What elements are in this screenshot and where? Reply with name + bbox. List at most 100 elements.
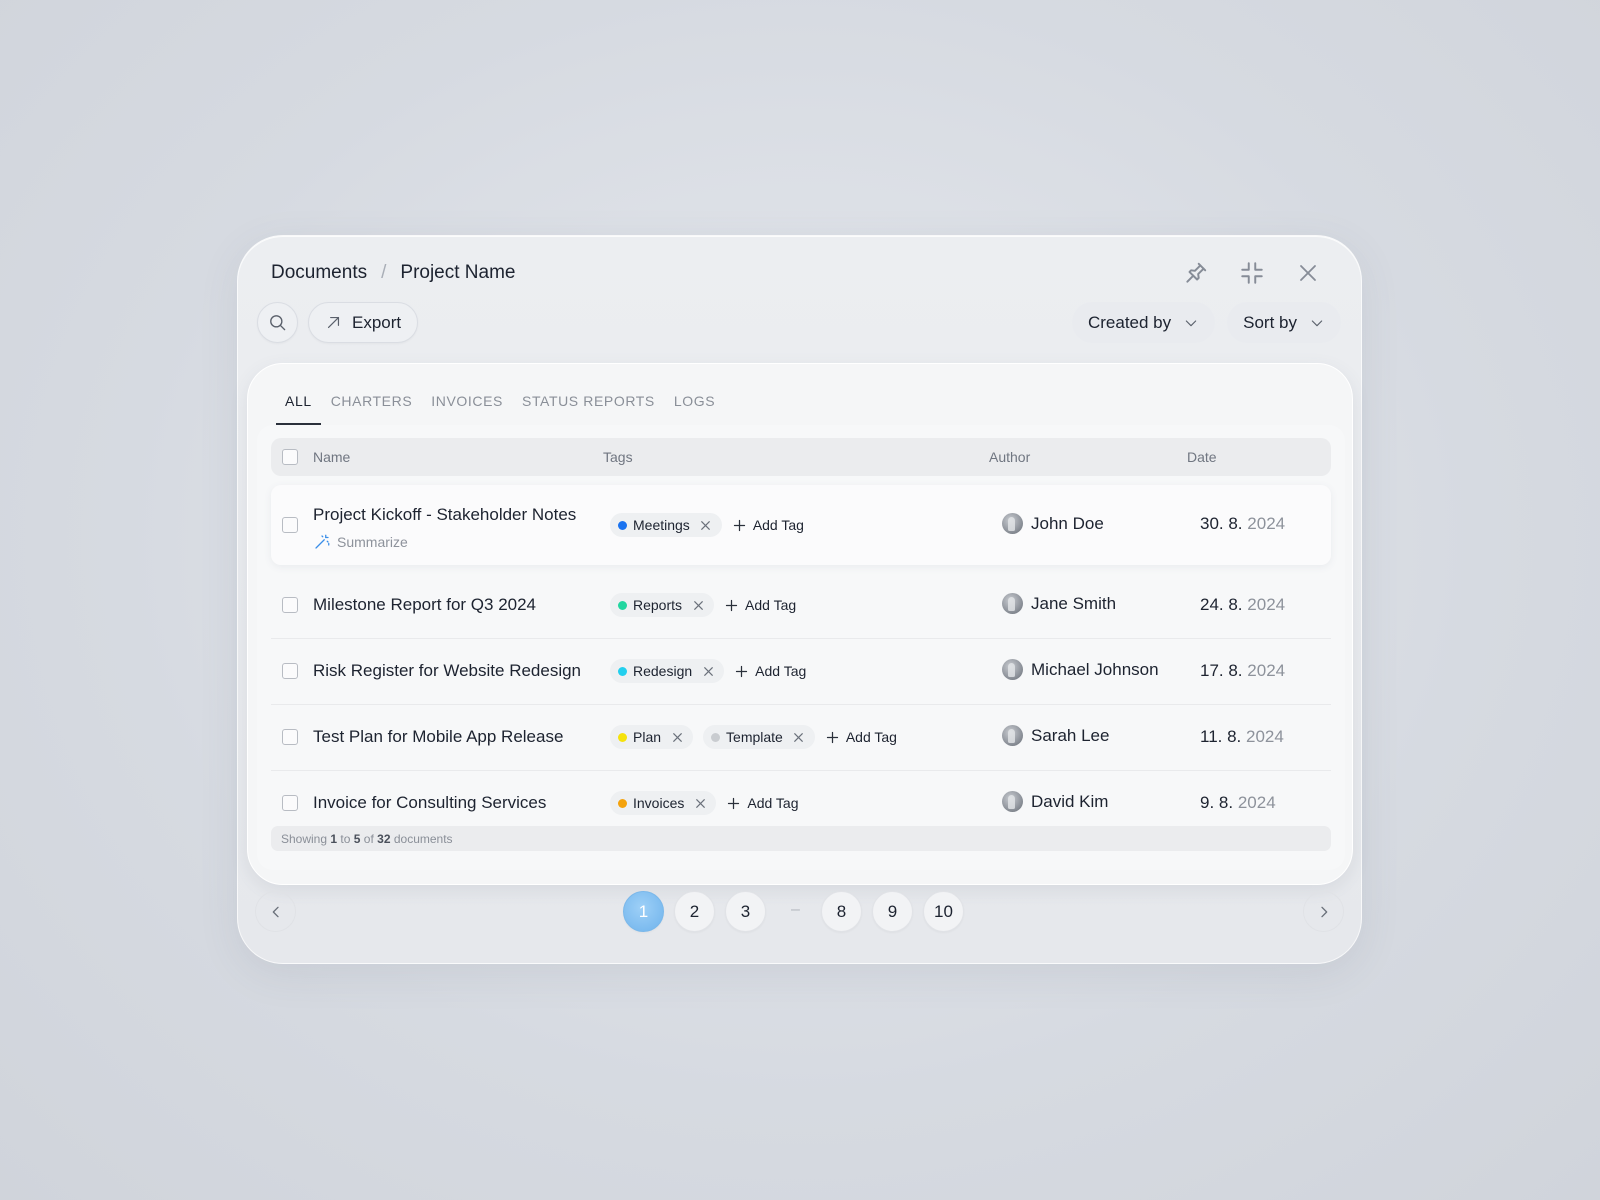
avatar xyxy=(1002,791,1023,812)
close-button[interactable] xyxy=(1293,258,1323,288)
tab-status-reports[interactable]: STATUS REPORTS xyxy=(513,386,664,425)
results-summary: Showing 1 to 5 of 32 documents xyxy=(271,826,1331,851)
remove-tag-button[interactable] xyxy=(690,793,710,813)
table-row[interactable]: Project Kickoff - Stakeholder Notes Summ… xyxy=(271,485,1331,565)
tag-label: Plan xyxy=(633,729,662,745)
add-tag-label: Add Tag xyxy=(752,517,804,533)
page-2-button[interactable]: 2 xyxy=(674,891,715,932)
close-icon xyxy=(672,732,682,742)
tag-color-dot xyxy=(618,600,627,610)
date-year: 2024 xyxy=(1246,727,1284,746)
add-tag-button[interactable]: Add Tag xyxy=(734,663,806,679)
pin-button[interactable] xyxy=(1181,258,1211,288)
table-row[interactable]: Test Plan for Mobile App Release Plan Te… xyxy=(271,705,1331,771)
table-row[interactable]: Milestone Report for Q3 2024 Reports Add… xyxy=(271,573,1331,639)
row-checkbox[interactable] xyxy=(282,517,298,533)
search-button[interactable] xyxy=(257,302,298,343)
tag-list: Plan Template Add Tag xyxy=(610,725,897,749)
document-name[interactable]: Milestone Report for Q3 2024 xyxy=(313,595,536,615)
add-tag-button[interactable]: Add Tag xyxy=(732,517,804,533)
page-3-button[interactable]: 3 xyxy=(725,891,766,932)
author-name: David Kim xyxy=(1031,791,1109,811)
page-10-button[interactable]: 10 xyxy=(923,891,964,932)
add-tag-button[interactable]: Add Tag xyxy=(726,795,798,811)
tab-charters[interactable]: CHARTERS xyxy=(322,386,422,425)
document-name[interactable]: Project Kickoff - Stakeholder Notes xyxy=(313,505,576,525)
date-year: 2024 xyxy=(1247,595,1286,614)
table-row[interactable]: Risk Register for Website Redesign Redes… xyxy=(271,639,1331,705)
tab-logs[interactable]: LOGS xyxy=(665,386,724,425)
date-cell: 9. 8. 2024 xyxy=(1200,793,1276,813)
author-name: John Doe xyxy=(1031,513,1104,533)
tag-list: Redesign Add Tag xyxy=(610,659,806,683)
add-tag-label: Add Tag xyxy=(755,663,807,679)
chevron-left-icon xyxy=(272,906,279,917)
export-button[interactable]: Export xyxy=(308,302,419,343)
remove-tag-button[interactable] xyxy=(789,727,809,747)
summarize-button[interactable]: Summarize xyxy=(313,533,408,551)
remove-tag-button[interactable] xyxy=(696,515,716,535)
plus-icon xyxy=(826,731,838,743)
row-checkbox[interactable] xyxy=(282,663,298,679)
collapse-button[interactable] xyxy=(1237,258,1267,288)
page-8-button[interactable]: 8 xyxy=(821,891,862,932)
row-checkbox[interactable] xyxy=(282,597,298,613)
column-date[interactable]: Date xyxy=(1187,449,1217,465)
breadcrumb-documents[interactable]: Documents xyxy=(271,262,367,284)
remove-tag-button[interactable] xyxy=(688,595,708,615)
close-icon xyxy=(1300,265,1316,281)
document-name[interactable]: Risk Register for Website Redesign xyxy=(313,661,581,681)
document-name[interactable]: Test Plan for Mobile App Release xyxy=(313,727,563,747)
close-icon xyxy=(693,600,703,610)
tag-chip: Plan xyxy=(610,725,694,749)
created-by-dropdown[interactable]: Created by xyxy=(1071,302,1216,343)
tab-all[interactable]: ALL xyxy=(276,386,321,425)
tag-color-dot xyxy=(618,666,627,676)
tag-color-dot xyxy=(618,798,627,808)
magic-wand-icon xyxy=(315,534,330,549)
add-tag-button[interactable]: Add Tag xyxy=(825,729,897,745)
sort-by-dropdown[interactable]: Sort by xyxy=(1227,302,1341,343)
add-tag-label: Add Tag xyxy=(845,729,897,745)
tag-chip: Redesign xyxy=(610,659,725,683)
category-tabs: ALL CHARTERS INVOICES STATUS REPORTS LOG… xyxy=(276,386,725,425)
next-page-button[interactable] xyxy=(1303,891,1344,932)
remove-tag-button[interactable] xyxy=(698,661,718,681)
document-name[interactable]: Invoice for Consulting Services xyxy=(313,793,546,813)
page-9-button[interactable]: 9 xyxy=(872,891,913,932)
author-cell: Jane Smith xyxy=(1002,593,1116,614)
close-icon xyxy=(695,798,705,808)
date-year: 2024 xyxy=(1247,661,1286,680)
tab-invoices[interactable]: INVOICES xyxy=(422,386,512,425)
row-checkbox[interactable] xyxy=(282,729,298,745)
column-name[interactable]: Name xyxy=(313,449,350,465)
summary-prefix: Showing xyxy=(281,832,328,846)
date-cell: 17. 8. 2024 xyxy=(1200,661,1285,681)
add-tag-label: Add Tag xyxy=(745,597,797,613)
avatar xyxy=(1002,659,1023,680)
pin-icon xyxy=(1186,262,1207,283)
summarize-label: Summarize xyxy=(337,534,408,550)
window-controls xyxy=(1181,258,1323,288)
tag-chip: Reports xyxy=(610,593,715,617)
column-tags[interactable]: Tags xyxy=(603,449,633,465)
summary-total: 32 xyxy=(377,832,391,846)
date-year: 2024 xyxy=(1237,793,1276,812)
column-author[interactable]: Author xyxy=(989,449,1030,465)
arrow-up-right-icon xyxy=(327,316,340,329)
select-all-checkbox[interactable] xyxy=(282,449,298,465)
tag-color-dot xyxy=(618,732,627,742)
summary-to-word: to xyxy=(340,832,351,846)
add-tag-button[interactable]: Add Tag xyxy=(724,597,796,613)
row-checkbox[interactable] xyxy=(282,795,298,811)
close-icon xyxy=(701,520,711,530)
author-cell: Sarah Lee xyxy=(1002,725,1109,746)
remove-tag-button[interactable] xyxy=(667,727,687,747)
created-by-label: Created by xyxy=(1087,312,1172,332)
plus-icon xyxy=(736,665,748,677)
tag-color-dot xyxy=(711,732,721,742)
date-day: 17. 8. xyxy=(1200,661,1243,680)
page-1-button[interactable]: 1 xyxy=(623,891,664,932)
date-day: 24. 8. xyxy=(1200,595,1243,614)
prev-page-button[interactable] xyxy=(255,891,296,932)
